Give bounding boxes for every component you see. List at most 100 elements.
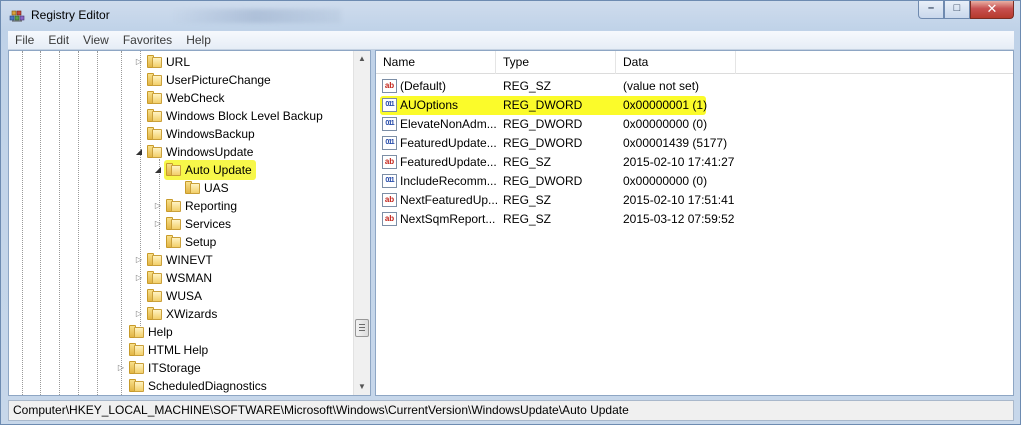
menu-favorites[interactable]: Favorites — [116, 33, 179, 47]
tree-item-auto-update[interactable]: ◢ Auto Update — [9, 160, 354, 180]
value-row[interactable]: 011 AUOptions REG_DWORD 0x00000001 (1) — [376, 96, 1013, 115]
tree-item-label: Services — [185, 217, 232, 231]
tree-item-label: ITStorage — [148, 361, 201, 375]
tree-item-itstorage[interactable]: ▷ ITStorage — [9, 359, 354, 377]
expand-arrow-icon[interactable]: ▷ — [154, 220, 162, 228]
value-data: 2015-02-10 17:41:27 — [623, 155, 735, 169]
tree-item-html-help[interactable]: HTML Help — [9, 341, 354, 359]
tree-item-label: Help — [148, 325, 173, 339]
folder-icon — [185, 181, 200, 194]
tree-item-userpicturechange[interactable]: UserPictureChange — [9, 71, 354, 89]
tree-vertical-scrollbar[interactable]: ▲ ▼ — [353, 51, 370, 395]
status-path: Computer\HKEY_LOCAL_MACHINE\SOFTWARE\Mic… — [13, 403, 629, 417]
window-controls: – □ ✕ — [918, 1, 1014, 21]
tree-item-windowsbackup[interactable]: WindowsBackup — [9, 125, 354, 143]
column-header-type[interactable]: Type — [496, 51, 616, 74]
menu-edit[interactable]: Edit — [41, 33, 76, 47]
tree-item-winevt[interactable]: ▷ WINEVT — [9, 251, 354, 269]
folder-icon — [129, 343, 144, 356]
expand-arrow-icon[interactable]: ▷ — [135, 58, 143, 66]
tree-item-label: Setup — [185, 235, 217, 249]
folder-icon — [166, 217, 181, 230]
value-name: FeaturedUpdate... — [400, 136, 497, 150]
minimize-icon: – — [927, 2, 935, 14]
tree-item-reporting[interactable]: ▷ Reporting — [9, 197, 354, 215]
expand-arrow-icon[interactable]: ▷ — [117, 364, 125, 372]
value-row[interactable]: ab NextSqmReport... REG_SZ 2015-03-12 07:59… — [376, 210, 1013, 229]
scroll-up-button[interactable]: ▲ — [354, 51, 370, 67]
values-list-pane[interactable]: Name Type Data ab (Default) REG_SZ (value not… — [375, 50, 1014, 396]
menu-help[interactable]: Help — [179, 33, 218, 47]
tree-item-help[interactable]: Help — [9, 323, 354, 341]
string-value-icon: ab — [382, 212, 397, 226]
value-type: REG_SZ — [503, 193, 552, 207]
minimize-button[interactable]: – — [918, 1, 944, 19]
collapse-arrow-icon[interactable]: ◢ — [154, 166, 162, 174]
value-type: REG_SZ — [503, 212, 552, 226]
value-name: IncludeRecomm... — [400, 174, 497, 188]
dword-value-icon: 011 — [382, 98, 397, 112]
tree-item-wsman[interactable]: ▷ WSMAN — [9, 269, 354, 287]
maximize-button[interactable]: □ — [944, 1, 970, 19]
tree-item-setup[interactable]: Setup — [9, 233, 354, 251]
dword-value-icon: 011 — [382, 117, 397, 131]
folder-icon — [166, 235, 181, 248]
value-type: REG_DWORD — [503, 98, 583, 112]
string-value-icon: ab — [382, 193, 397, 207]
collapse-arrow-icon[interactable]: ◢ — [135, 148, 143, 156]
title-bar[interactable]: Registry Editor – □ ✕ — [1, 1, 1020, 31]
value-row[interactable]: ab NextFeaturedUp... REG_SZ 2015-02-10 17:5… — [376, 191, 1013, 210]
tree-item-xwizards[interactable]: ▷ XWizards — [9, 305, 354, 323]
folder-icon — [147, 253, 162, 266]
value-type: REG_SZ — [503, 155, 552, 169]
registry-editor-icon — [9, 10, 25, 22]
scroll-thumb[interactable] — [355, 319, 369, 337]
tree-item-scheduleddiagnostics[interactable]: ScheduledDiagnostics — [9, 377, 354, 395]
close-button[interactable]: ✕ — [970, 1, 1014, 19]
value-data: 2015-02-10 17:51:41 — [623, 193, 735, 207]
tree-item-url[interactable]: ▷ URL — [9, 53, 354, 71]
tree-item-label: WINEVT — [166, 253, 213, 267]
expand-arrow-icon[interactable]: ▷ — [135, 310, 143, 318]
registry-editor-window: Registry Editor – □ ✕ File Edit View Favori… — [0, 0, 1021, 425]
key-tree-pane[interactable]: ▲ ▼ ▷ URL UserPictureChange WebCheck Windows… — [8, 50, 371, 396]
tree-item-uas[interactable]: UAS — [9, 179, 354, 197]
value-data: 0x00000000 (0) — [623, 174, 708, 188]
expand-arrow-icon[interactable]: ▷ — [135, 256, 143, 264]
value-type: REG_DWORD — [503, 136, 583, 150]
folder-icon — [129, 361, 144, 374]
tree-item-label: URL — [166, 55, 191, 69]
value-data: 0x00001439 (5177) — [623, 136, 728, 150]
status-bar: Computer\HKEY_LOCAL_MACHINE\SOFTWARE\Mic… — [8, 400, 1014, 421]
value-data: 0x00000000 (0) — [623, 117, 708, 131]
column-header-data[interactable]: Data — [616, 51, 736, 74]
value-type: REG_DWORD — [503, 174, 583, 188]
tree-item-wusa[interactable]: WUSA — [9, 287, 354, 305]
value-row[interactable]: 011 IncludeRecomm... REG_DWORD 0x00000000 (… — [376, 172, 1013, 191]
close-icon: ✕ — [986, 1, 998, 16]
column-header-name[interactable]: Name — [376, 51, 496, 74]
folder-icon — [147, 289, 162, 302]
value-row[interactable]: 011 ElevateNonAdm... REG_DWORD 0x00000000 (… — [376, 115, 1013, 134]
folder-icon — [147, 55, 162, 68]
menu-view[interactable]: View — [76, 33, 116, 47]
tree-item-windowsupdate[interactable]: ◢ WindowsUpdate — [9, 143, 354, 161]
tree-item-label: ScheduledDiagnostics — [148, 379, 267, 393]
expand-arrow-icon[interactable]: ▷ — [154, 202, 162, 210]
tree-item-label: XWizards — [166, 307, 218, 321]
value-row[interactable]: ab FeaturedUpdate... REG_SZ 2015-02-10 17:4… — [376, 153, 1013, 172]
folder-icon — [166, 199, 181, 212]
tree-item-windows-block-level-backup[interactable]: Windows Block Level Backup — [9, 107, 354, 125]
tree-item-label: UAS — [204, 181, 229, 195]
folder-icon — [147, 271, 162, 284]
value-data: (value not set) — [623, 79, 700, 93]
expand-arrow-icon[interactable]: ▷ — [135, 274, 143, 282]
menu-file[interactable]: File — [8, 33, 41, 47]
value-row[interactable]: 011 FeaturedUpdate... REG_DWORD 0x00001439 … — [376, 134, 1013, 153]
tree-item-services[interactable]: ▷ Services — [9, 215, 354, 233]
tree-item-webcheck[interactable]: WebCheck — [9, 89, 354, 107]
value-row[interactable]: ab (Default) REG_SZ (value not set) — [376, 77, 1013, 96]
scroll-down-button[interactable]: ▼ — [354, 379, 370, 395]
value-data: 0x00000001 (1) — [623, 98, 708, 112]
tree-item-label: WSMAN — [166, 271, 212, 285]
